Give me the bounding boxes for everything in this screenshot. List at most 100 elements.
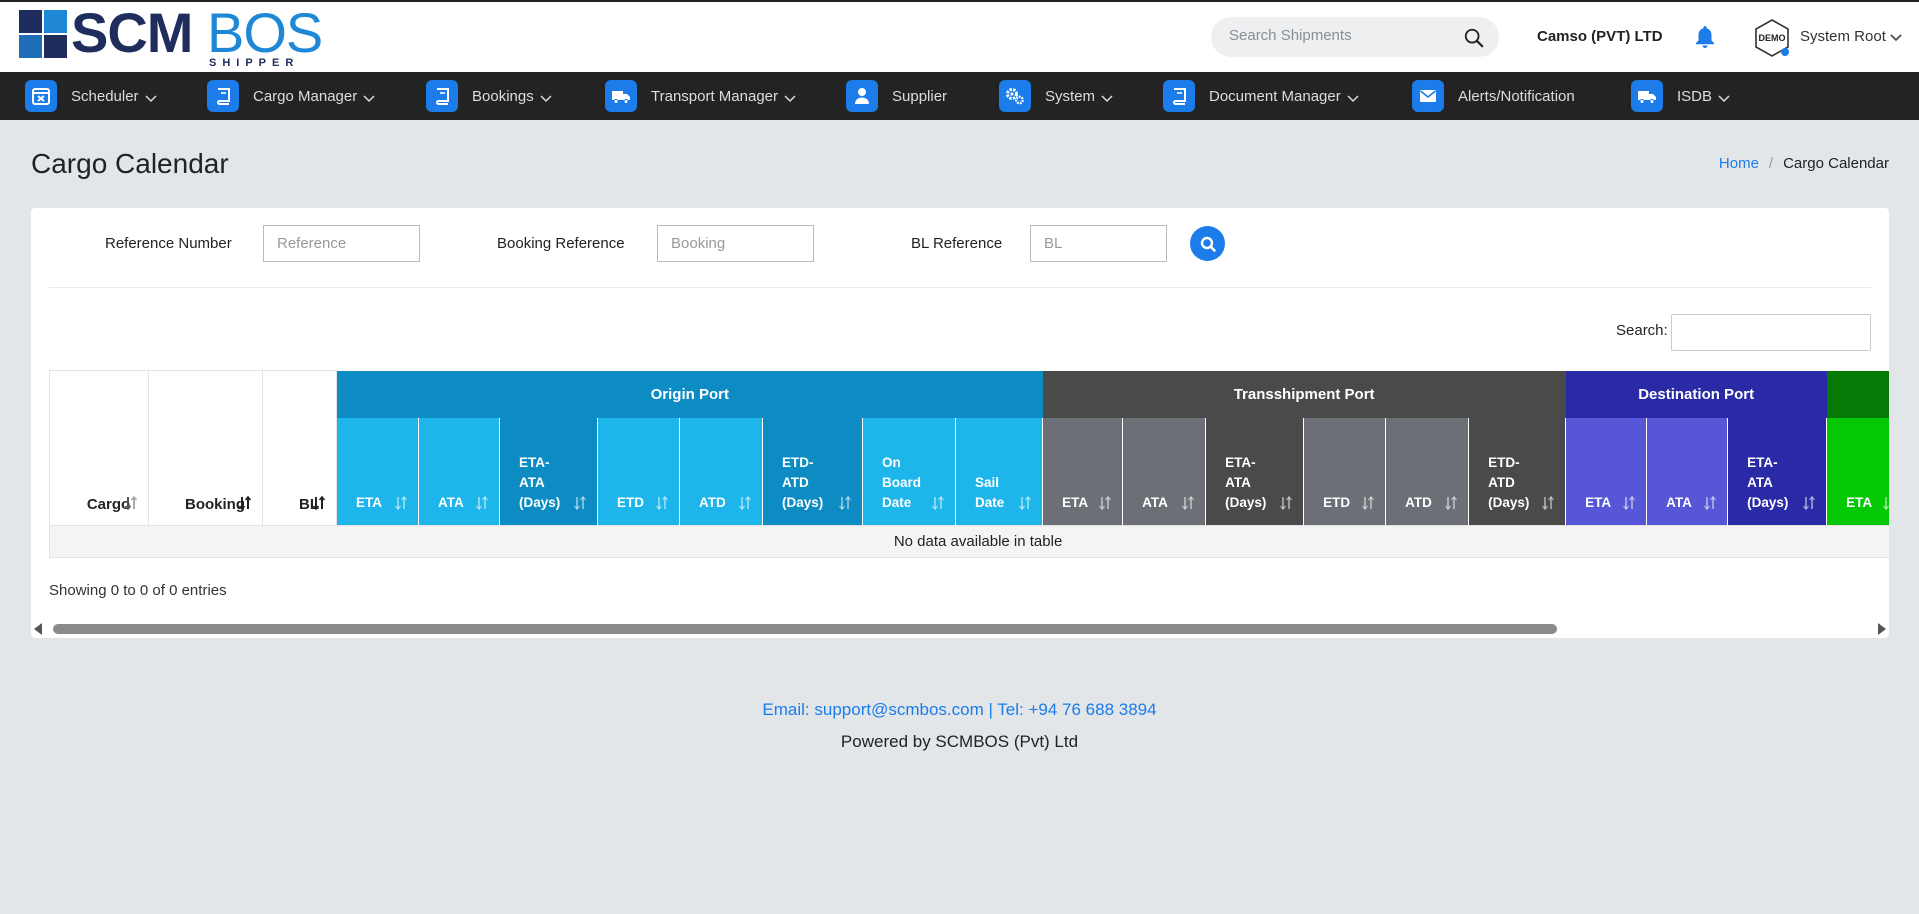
breadcrumb-current: Cargo Calendar	[1783, 155, 1889, 172]
reference-number-input[interactable]	[263, 225, 420, 262]
sort-icon[interactable]	[1181, 495, 1195, 511]
nav-label: Bookings	[472, 87, 534, 105]
avatar[interactable]: DEMO	[1753, 18, 1791, 58]
nav-bookings[interactable]: Bookings	[426, 72, 553, 120]
scroll-right-arrow-icon[interactable]	[1878, 623, 1886, 635]
column-header-label: ATA	[1142, 495, 1168, 510]
column-header-eta-ata-days-[interactable]: ETA- ATA (Days)	[1205, 417, 1305, 526]
column-header-etd-atd-days-[interactable]: ETD- ATD (Days)	[762, 417, 863, 526]
column-group-header	[1826, 370, 1889, 418]
column-header-cargo[interactable]: Cargo	[49, 370, 149, 526]
nav-label: Alerts/Notification	[1458, 87, 1575, 105]
column-header-onboarddate[interactable]: On Board Date	[862, 417, 956, 526]
nav-scheduler[interactable]: Scheduler	[25, 72, 158, 120]
column-header-atd[interactable]: ATD	[1385, 417, 1470, 526]
column-header-label: ETA	[1585, 495, 1612, 510]
column-header-label: ETA- ATA (Days)	[1747, 455, 1789, 510]
nav-cargo-manager[interactable]: Cargo Manager	[207, 72, 376, 120]
sort-icon[interactable]	[738, 495, 752, 511]
sort-icon[interactable]	[1703, 495, 1717, 511]
sort-icon[interactable]	[838, 495, 852, 511]
table-empty-message: No data available in table	[49, 525, 1889, 558]
chevron-down-icon[interactable]	[1889, 30, 1903, 44]
sort-icon[interactable]	[475, 495, 489, 511]
column-header-eta[interactable]: ETA	[1042, 417, 1124, 526]
sort-icon[interactable]	[312, 495, 326, 511]
column-header-label: ETD	[1323, 495, 1351, 510]
sort-icon[interactable]	[394, 495, 408, 511]
breadcrumb: Home / Cargo Calendar	[1719, 155, 1889, 172]
logo-subtitle: SHIPPER	[209, 57, 300, 69]
footer-contact[interactable]: Email: support@scmbos.com | Tel: +94 76 …	[0, 700, 1919, 720]
sort-icon[interactable]	[1361, 495, 1375, 511]
column-header-etd-atd-days-[interactable]: ETD- ATD (Days)	[1468, 417, 1567, 526]
nav-isdb[interactable]: ISDB	[1631, 72, 1731, 120]
breadcrumb-home-link[interactable]: Home	[1719, 155, 1759, 172]
shipment-search-input[interactable]	[1229, 27, 1459, 44]
sort-icon[interactable]	[1279, 495, 1293, 511]
sort-icon[interactable]	[1802, 495, 1816, 511]
scrollbar-thumb[interactable]	[53, 624, 1557, 634]
column-header-saildate[interactable]: Sail Date	[955, 417, 1044, 526]
user-name[interactable]: System Root	[1800, 28, 1886, 45]
column-header-eta-ata-days-[interactable]: ETA- ATA (Days)	[1727, 417, 1828, 526]
breadcrumb-separator: /	[1768, 155, 1774, 172]
column-header-ata[interactable]: ATA	[1122, 417, 1207, 526]
column-header-label: ATD	[699, 495, 726, 510]
nav-supplier[interactable]: Supplier	[846, 72, 947, 120]
sort-icon[interactable]	[1882, 495, 1889, 511]
sort-icon[interactable]	[931, 495, 945, 511]
footer-powered-by: Powered by SCMBOS (Pvt) Ltd	[840, 732, 1079, 751]
column-header-etd[interactable]: ETD	[1303, 417, 1387, 526]
column-header-bl[interactable]: BL	[262, 370, 337, 526]
column-header-eta-ata-days-[interactable]: ETA- ATA (Days)	[499, 417, 598, 526]
book-icon	[207, 80, 239, 112]
column-header-label: ETA- ATA (Days)	[519, 455, 561, 510]
table-search-input[interactable]	[1671, 314, 1871, 351]
sort-icon[interactable]	[1444, 495, 1458, 511]
table-search-label: Search:	[1616, 322, 1668, 339]
column-header-ata[interactable]: ATA	[418, 417, 500, 526]
horizontal-scrollbar[interactable]	[31, 620, 1889, 637]
column-header-atd[interactable]: ATD	[679, 417, 763, 526]
table-empty-row: No data available in table	[49, 525, 1889, 558]
column-header-label: ATA	[1666, 495, 1692, 510]
table-info: Showing 0 to 0 of 0 entries	[49, 582, 227, 599]
sort-icon[interactable]	[573, 495, 587, 511]
nav-label: Cargo Manager	[253, 87, 358, 105]
nav-document-manager[interactable]: Document Manager	[1163, 72, 1360, 120]
nav-system[interactable]: System	[999, 72, 1114, 120]
column-header-ata[interactable]: ATA	[1646, 417, 1729, 526]
nav-transport-manager[interactable]: Transport Manager	[605, 72, 797, 120]
sort-icon[interactable]	[1098, 495, 1112, 511]
bell-icon[interactable]	[1693, 24, 1717, 50]
book-icon	[426, 80, 458, 112]
column-header-label: ATD	[1405, 495, 1432, 510]
booking-reference-input[interactable]	[657, 225, 814, 262]
bl-reference-input[interactable]	[1030, 225, 1167, 262]
company-name[interactable]: Camso (PVT) LTD	[1537, 28, 1663, 45]
sort-icon[interactable]	[1541, 495, 1555, 511]
sort-icon[interactable]	[124, 495, 138, 511]
scroll-left-arrow-icon[interactable]	[34, 623, 42, 635]
filter-search-button[interactable]	[1190, 226, 1225, 261]
column-header-eta[interactable]: ETA	[1565, 417, 1648, 526]
cargo-calendar-table: Cargo Booking BL Origin Port Transshipment P…	[49, 370, 1889, 558]
column-header-eta[interactable]: ETA	[336, 417, 419, 526]
column-header-etd[interactable]: ETD	[597, 417, 680, 526]
person-icon	[846, 80, 878, 112]
scmbos-logo[interactable]: SCM BOS SHIPPER	[19, 2, 324, 70]
sort-icon[interactable]	[238, 495, 252, 511]
shipment-search	[1211, 17, 1499, 57]
column-group-label: Destination Port	[1638, 385, 1755, 403]
top-header: SCM BOS SHIPPER Camso (PVT) LTD DEMO Sys…	[0, 2, 1919, 72]
sort-icon[interactable]	[1622, 495, 1636, 511]
column-header-booking[interactable]: Booking	[148, 370, 263, 526]
search-icon[interactable]	[1463, 27, 1485, 49]
column-header-eta[interactable]: ETA	[1826, 417, 1889, 526]
chevron-down-icon	[540, 94, 552, 102]
sort-icon[interactable]	[1018, 495, 1032, 511]
logo-text: SCM BOS	[71, 2, 323, 64]
sort-icon[interactable]	[655, 495, 669, 511]
nav-alerts-notification[interactable]: Alerts/Notification	[1412, 72, 1575, 120]
